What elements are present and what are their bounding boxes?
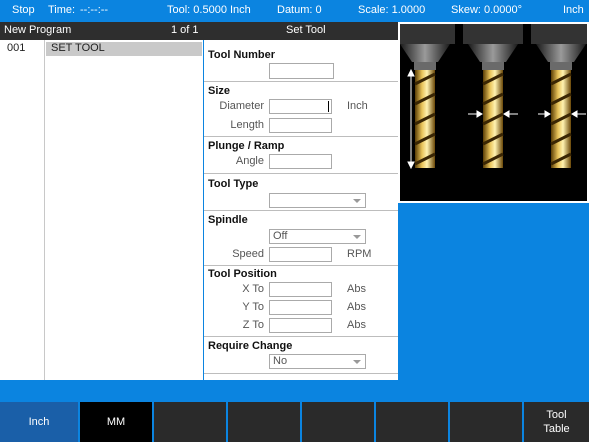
softkey-mm[interactable]: MM (80, 402, 153, 442)
units-readout: Inch (563, 4, 584, 16)
tool-position-section: Tool Position X To Abs Y To Abs Z To Abs (204, 266, 398, 337)
softkey-label: MM (106, 416, 126, 428)
require-change-dropdown[interactable]: No (269, 354, 366, 369)
spindle-value: Off (273, 230, 288, 242)
angle-field[interactable] (269, 154, 332, 169)
softkey-6[interactable] (376, 402, 449, 442)
spindle-dropdown[interactable]: Off (269, 229, 366, 244)
skew-readout: Skew: 0.0000° (451, 4, 523, 16)
step-number: 001 (7, 42, 26, 54)
require-change-section: Require Change No (204, 337, 398, 374)
program-header: New Program 1 of 1 Set Tool (0, 22, 398, 40)
x-unit: Abs (347, 283, 366, 295)
tool-type-section: Tool Type (204, 174, 398, 211)
x-label: X To (242, 283, 264, 295)
softkey-4[interactable] (228, 402, 301, 442)
machine-state: Stop (12, 4, 35, 16)
angle-label: Angle (235, 155, 264, 167)
spindle-section: Spindle Off Speed RPM (204, 211, 398, 266)
tool-readout: Tool: 0.5000 Inch (167, 4, 251, 16)
softkey-tool-table[interactable]: Tool Table (524, 402, 589, 442)
diameter-label: Diameter (219, 100, 264, 112)
tool-number-field[interactable] (269, 63, 334, 79)
softkey-bar: Inch MM Tool Table (0, 402, 589, 442)
diameter-unit: Inch (347, 100, 368, 112)
length-field[interactable] (269, 118, 332, 133)
chevron-down-icon (353, 199, 361, 203)
plunge-section: Plunge / Ramp Angle (204, 137, 398, 174)
section-title: Size (208, 85, 231, 97)
softkey-5[interactable] (302, 402, 375, 442)
set-tool-form: Tool Number Size Diameter Inch Length Pl… (204, 40, 398, 380)
section-title: Tool Type (208, 178, 259, 190)
softkey-inch[interactable]: Inch (0, 402, 79, 442)
step-text: SET TOOL (46, 42, 202, 56)
program-list: 001 SET TOOL (0, 40, 203, 380)
status-bar: Stop Time: --:--:-- Tool: 0.5000 Inch Da… (0, 0, 589, 22)
y-unit: Abs (347, 301, 366, 313)
column-divider (44, 40, 45, 380)
softkey-label: Inch (28, 416, 50, 428)
text-cursor (328, 101, 329, 112)
tool-number-section: Tool Number (204, 40, 398, 82)
softkey-7[interactable] (450, 402, 523, 442)
speed-unit: RPM (347, 248, 372, 260)
y-field[interactable] (269, 300, 332, 315)
chevron-down-icon (353, 235, 361, 239)
speed-label: Speed (232, 248, 264, 260)
program-title: New Program (4, 24, 72, 36)
section-title: Tool Position (208, 268, 277, 280)
section-title: Require Change (208, 340, 293, 352)
size-section: Size Diameter Inch Length (204, 82, 398, 137)
length-label: Length (230, 119, 264, 131)
page-indicator: 1 of 1 (171, 24, 199, 36)
section-title: Tool Number (208, 49, 276, 61)
chevron-down-icon (353, 360, 361, 364)
z-unit: Abs (347, 319, 366, 331)
softkey-label: Tool Table (543, 409, 570, 435)
section-title: Plunge / Ramp (208, 140, 285, 152)
tool-type-dropdown[interactable] (269, 193, 366, 208)
diameter-field[interactable] (269, 99, 332, 114)
datum-readout: Datum: 0 (277, 4, 322, 16)
program-row[interactable]: 001 SET TOOL (0, 42, 203, 56)
x-field[interactable] (269, 282, 332, 297)
tool-illustration (400, 24, 587, 201)
step-name: Set Tool (286, 24, 326, 36)
z-label: Z To (242, 319, 264, 331)
section-title: Spindle (208, 214, 248, 226)
require-change-value: No (273, 355, 288, 367)
scale-readout: Scale: 1.0000 (358, 4, 426, 16)
y-label: Y To (242, 301, 264, 313)
speed-field[interactable] (269, 247, 332, 262)
time-value: --:--:-- (80, 4, 109, 16)
z-field[interactable] (269, 318, 332, 333)
tool-illustration-panel (398, 22, 589, 203)
time-label: Time: (48, 4, 76, 16)
softkey-3[interactable] (154, 402, 227, 442)
